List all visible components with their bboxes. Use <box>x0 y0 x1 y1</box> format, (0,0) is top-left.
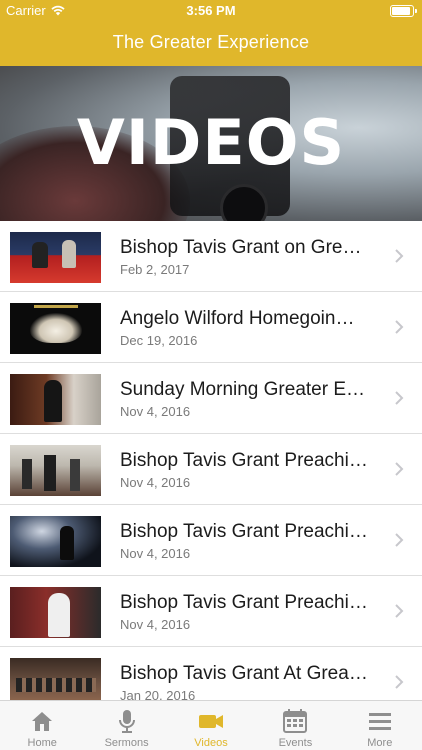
tab-label: Events <box>278 737 313 749</box>
house-icon <box>32 712 53 731</box>
microphone-icon <box>118 710 135 733</box>
tab-label: Home <box>27 737 57 749</box>
chevron-right-icon <box>395 391 404 405</box>
menu-icon <box>368 713 391 730</box>
tab-home[interactable]: Home <box>0 701 84 750</box>
video-title: Bishop Tavis Grant Preachi… <box>120 592 368 613</box>
video-list[interactable]: Bishop Tavis Grant on Gre… Feb 2, 2017 A… <box>0 221 422 700</box>
video-title: Sunday Morning Greater E… <box>120 379 366 400</box>
video-thumbnail <box>10 658 101 700</box>
video-list-item[interactable]: Sunday Morning Greater E… Nov 4, 2016 <box>0 363 422 434</box>
video-thumbnail <box>10 303 101 354</box>
chevron-right-icon <box>395 604 404 618</box>
video-title: Angelo Wilford Homegoin… <box>120 308 355 329</box>
video-date: Nov 4, 2016 <box>120 475 191 490</box>
chevron-right-icon <box>395 675 404 689</box>
video-list-item[interactable]: Angelo Wilford Homegoin… Dec 19, 2016 <box>0 292 422 363</box>
status-bar: Carrier 3:56 PM <box>0 0 422 22</box>
chevron-right-icon <box>395 320 404 334</box>
video-date: Jan 20, 2016 <box>120 688 196 700</box>
app-header: Carrier 3:56 PM The Greater Experience <box>0 0 422 66</box>
video-list-item[interactable]: Bishop Tavis Grant Preachi… Nov 4, 2016 <box>0 434 422 505</box>
video-date: Nov 4, 2016 <box>120 617 191 632</box>
banner-heading: VIDEOS <box>76 106 346 179</box>
video-title: Bishop Tavis Grant on Gre… <box>120 237 362 258</box>
video-thumbnail <box>10 516 101 567</box>
tab-events[interactable]: Events <box>253 701 337 750</box>
video-thumbnail <box>10 587 101 638</box>
tab-sermons[interactable]: Sermons <box>84 701 168 750</box>
video-list-item[interactable]: Bishop Tavis Grant on Gre… Feb 2, 2017 <box>0 221 422 292</box>
chevron-right-icon <box>395 533 404 547</box>
chevron-right-icon <box>395 462 404 476</box>
tab-label: Videos <box>194 737 228 749</box>
tab-bar: Home Sermons Videos Events More <box>0 700 422 750</box>
video-list-item[interactable]: Bishop Tavis Grant At Grea… Jan 20, 2016 <box>0 647 422 700</box>
video-date: Feb 2, 2017 <box>120 262 190 277</box>
video-camera-icon <box>198 715 223 728</box>
status-time: 3:56 PM <box>186 3 236 18</box>
videos-banner: VIDEOS <box>0 66 422 221</box>
video-thumbnail <box>10 445 101 496</box>
battery-icon <box>390 5 417 17</box>
video-date: Nov 4, 2016 <box>120 404 191 419</box>
video-thumbnail <box>10 374 101 425</box>
tab-label: Sermons <box>104 737 149 749</box>
chevron-right-icon <box>395 249 404 263</box>
video-list-item[interactable]: Bishop Tavis Grant Preachi… Nov 4, 2016 <box>0 505 422 576</box>
video-thumbnail <box>10 232 101 283</box>
page-title: The Greater Experience <box>112 32 310 52</box>
tab-videos[interactable]: Videos <box>169 701 253 750</box>
video-title: Bishop Tavis Grant Preachi… <box>120 521 368 542</box>
video-title: Bishop Tavis Grant At Grea… <box>120 663 368 684</box>
video-title: Bishop Tavis Grant Preachi… <box>120 450 368 471</box>
video-list-item[interactable]: Bishop Tavis Grant Preachi… Nov 4, 2016 <box>0 576 422 647</box>
battery-fill <box>392 7 410 15</box>
tab-more[interactable]: More <box>338 701 422 750</box>
calendar-icon <box>283 709 308 733</box>
video-date: Nov 4, 2016 <box>120 546 191 561</box>
video-date: Dec 19, 2016 <box>120 333 198 348</box>
tab-label: More <box>367 737 393 749</box>
